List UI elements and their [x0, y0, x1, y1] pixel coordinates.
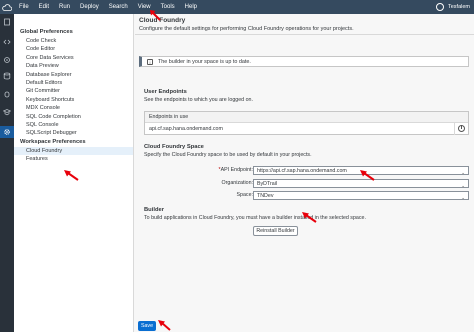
tree-item-mdx-console[interactable]: MDX Console: [14, 104, 133, 112]
database-icon[interactable]: [3, 72, 11, 80]
save-button[interactable]: Save: [138, 321, 156, 331]
annotation-arrow-save: [158, 320, 171, 331]
chevron-down-icon: ⌄: [461, 170, 465, 175]
user-endpoints-description: See the endpoints to which you are logge…: [144, 97, 253, 103]
tree-item-sqlscript-debugger[interactable]: SQLScript Debugger: [14, 129, 133, 137]
preferences-panel: Cloud Foundry Configure the default sett…: [135, 14, 474, 332]
tree-item-code-check[interactable]: Code Check: [14, 37, 133, 45]
annotation-arrow-reinstall: [302, 212, 317, 223]
organization-label: Organization:: [221, 180, 253, 186]
reinstall-builder-button[interactable]: Reinstall Builder: [253, 226, 298, 236]
space-row: Space: TNDev ⌄: [135, 191, 474, 201]
api-endpoint-row: *API Endpoint: https://api.cf.sap.hana.o…: [135, 166, 474, 176]
builder-description: To build applications in Cloud Foundry, …: [144, 215, 366, 221]
page-title: Cloud Foundry: [139, 17, 186, 24]
tree-item-code-editor[interactable]: Code Editor: [14, 45, 133, 53]
git-icon[interactable]: [3, 56, 11, 64]
info-message-strip: i The builder in your space is up to dat…: [139, 56, 469, 67]
learn-icon[interactable]: [2, 108, 12, 116]
files-icon[interactable]: [3, 18, 11, 26]
tree-item-git-committer[interactable]: Git Committer: [14, 87, 133, 95]
tree-item-sql-console[interactable]: SQL Console: [14, 121, 133, 129]
page-subtitle: Configure the default settings for perfo…: [139, 26, 354, 32]
menu-help[interactable]: Help: [180, 0, 202, 14]
endpoint-value: api.cf.sap.hana.ondemand.com: [149, 126, 223, 132]
menu-bar: File Edit Run Deploy Search View Tools H…: [0, 0, 474, 14]
annotation-arrow-tools: [150, 10, 161, 21]
annotation-arrow-api-endpoint: [360, 170, 375, 181]
annotation-arrow-cloud-foundry: [64, 170, 79, 181]
tree-item-core-data-services[interactable]: Core Data Services: [14, 54, 133, 62]
column-separator: [454, 123, 455, 135]
api-endpoint-label: *API Endpoint:: [218, 167, 253, 173]
menu-deploy[interactable]: Deploy: [75, 0, 104, 14]
endpoint-row[interactable]: api.cf.sap.hana.ondemand.com: [145, 123, 468, 135]
info-message-text: The builder in your space is up to date.: [158, 58, 251, 65]
workspace-preferences-heading: Workspace Preferences: [20, 138, 86, 145]
tree-item-keyboard-shortcuts[interactable]: Keyboard Shortcuts: [14, 96, 133, 104]
logout-power-icon[interactable]: [458, 125, 465, 132]
space-label: Space:: [236, 192, 254, 198]
global-preferences-heading: Global Preferences: [20, 29, 73, 35]
tree-item-cloud-foundry[interactable]: Cloud Foundry: [14, 146, 133, 156]
menu-search[interactable]: Search: [104, 0, 133, 14]
tree-item-features[interactable]: Features: [14, 155, 133, 163]
builder-heading: Builder: [144, 207, 164, 213]
user-name[interactable]: Tesfalem: [448, 4, 470, 10]
menu-file[interactable]: File: [14, 0, 34, 14]
menu-run[interactable]: Run: [54, 0, 75, 14]
endpoints-column-header: Endpoints in use: [145, 112, 468, 123]
space-select[interactable]: TNDev ⌄: [253, 191, 469, 200]
info-icon: i: [147, 58, 153, 65]
user-endpoints-heading: User Endpoints: [144, 89, 187, 95]
cf-space-description: Specify the Cloud Foundry space to be us…: [144, 152, 312, 158]
activity-rail: [0, 14, 14, 332]
tree-item-data-preview[interactable]: Data Preview: [14, 62, 133, 70]
user-icon[interactable]: [435, 3, 444, 11]
debug-icon[interactable]: [3, 90, 11, 98]
organization-row: Organization: ByDTrail ⌄: [135, 179, 474, 189]
cf-space-heading: Cloud Foundry Space: [144, 144, 204, 150]
tree-item-database-explorer[interactable]: Database Explorer: [14, 71, 133, 79]
cloud-logo-icon: [0, 0, 14, 14]
endpoints-table: Endpoints in use api.cf.sap.hana.ondeman…: [144, 111, 469, 135]
chevron-down-icon: ⌄: [461, 195, 465, 200]
header-divider: [135, 34, 474, 35]
tree-item-default-editors[interactable]: Default Editors: [14, 79, 133, 87]
settings-gear-icon[interactable]: [3, 128, 11, 136]
menu-edit[interactable]: Edit: [34, 0, 54, 14]
tree-item-sql-code-completion[interactable]: SQL Code Completion: [14, 113, 133, 121]
code-icon[interactable]: [3, 38, 11, 46]
chevron-down-icon: ⌄: [461, 183, 465, 188]
